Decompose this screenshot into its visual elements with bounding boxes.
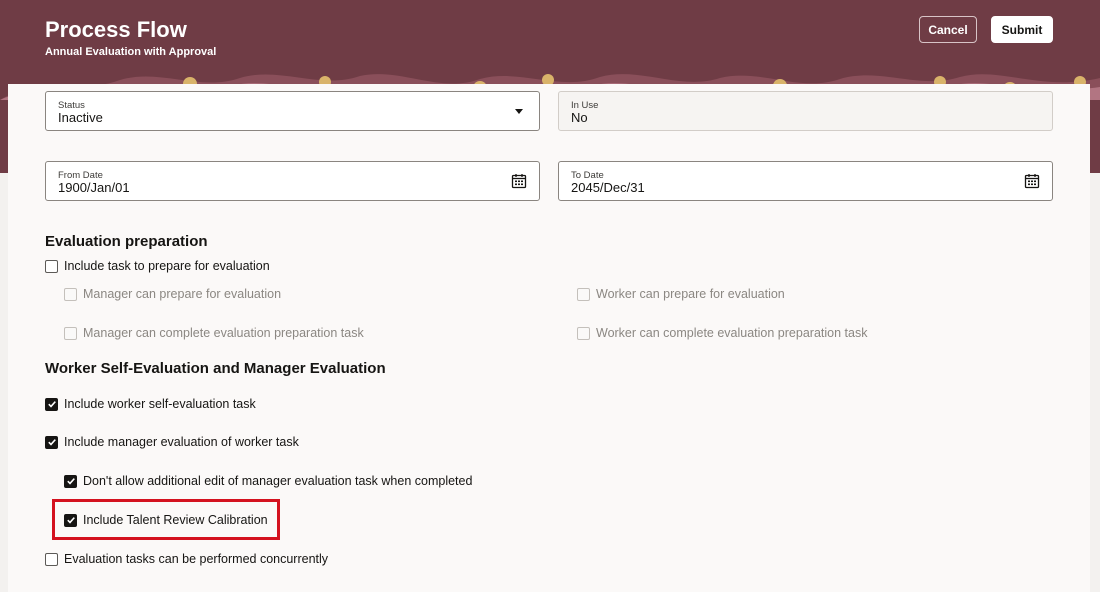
no-additional-edit-label: Don't allow additional edit of manager e… <box>83 474 473 488</box>
include-self-eval-checkbox[interactable] <box>45 397 58 411</box>
in-use-field: In Use No <box>558 91 1053 131</box>
include-prepare-label: Include task to prepare for evaluation <box>64 259 270 273</box>
submit-button[interactable]: Submit <box>991 16 1053 43</box>
to-date-value: 2045/Dec/31 <box>571 180 645 195</box>
concurrent-checkbox[interactable] <box>45 552 58 566</box>
manager-complete-prep-label: Manager can complete evaluation preparat… <box>83 326 364 340</box>
status-select[interactable]: Status Inactive <box>45 91 540 131</box>
concurrent-label: Evaluation tasks can be performed concur… <box>64 552 329 566</box>
include-prepare-checkbox-row[interactable]: Include task to prepare for evaluation <box>45 258 270 274</box>
manager-prepare-checkbox-row[interactable]: Manager can prepare for evaluation <box>64 286 281 302</box>
from-date-field[interactable]: From Date 1900/Jan/01 <box>45 161 540 201</box>
status-value: Inactive <box>58 110 103 125</box>
calendar-icon[interactable] <box>1024 173 1040 189</box>
worker-complete-prep-checkbox-row[interactable]: Worker can complete evaluation preparati… <box>577 325 867 341</box>
worker-prepare-label: Worker can prepare for evaluation <box>596 287 785 301</box>
no-additional-edit-checkbox-row[interactable]: Don't allow additional edit of manager e… <box>64 473 472 489</box>
in-use-value: No <box>571 110 588 125</box>
page-title: Process Flow <box>45 17 187 42</box>
manager-prepare-checkbox[interactable] <box>64 287 77 301</box>
include-self-eval-label: Include worker self-evaluation task <box>64 397 256 411</box>
include-manager-eval-label: Include manager evaluation of worker tas… <box>64 435 299 449</box>
concurrent-checkbox-row[interactable]: Evaluation tasks can be performed concur… <box>45 551 328 567</box>
no-additional-edit-checkbox[interactable] <box>64 474 77 488</box>
include-manager-eval-checkbox[interactable] <box>45 435 58 449</box>
section-title-evaluation-preparation: Evaluation preparation <box>45 233 208 250</box>
include-prepare-checkbox[interactable] <box>45 259 58 273</box>
checkmark-icon <box>47 401 56 408</box>
page-subtitle: Annual Evaluation with Approval <box>45 46 217 58</box>
from-date-value: 1900/Jan/01 <box>58 180 130 195</box>
worker-prepare-checkbox[interactable] <box>577 287 590 301</box>
worker-prepare-checkbox-row[interactable]: Worker can prepare for evaluation <box>577 286 785 302</box>
section-title-self-manager-evaluation: Worker Self-Evaluation and Manager Evalu… <box>45 360 386 377</box>
worker-complete-prep-checkbox[interactable] <box>577 326 590 340</box>
include-self-eval-checkbox-row[interactable]: Include worker self-evaluation task <box>45 396 256 412</box>
checkmark-icon <box>47 439 56 446</box>
manager-prepare-label: Manager can prepare for evaluation <box>83 287 282 301</box>
manager-complete-prep-checkbox-row[interactable]: Manager can complete evaluation preparat… <box>64 325 364 341</box>
chevron-down-icon <box>515 109 523 114</box>
calendar-icon[interactable] <box>511 173 527 189</box>
worker-complete-prep-label: Worker can complete evaluation preparati… <box>596 326 868 340</box>
checkmark-icon <box>66 478 75 485</box>
cancel-button[interactable]: Cancel <box>919 16 977 43</box>
to-date-field[interactable]: To Date 2045/Dec/31 <box>558 161 1053 201</box>
manager-complete-prep-checkbox[interactable] <box>64 326 77 340</box>
highlight-box <box>52 499 280 540</box>
include-manager-eval-checkbox-row[interactable]: Include manager evaluation of worker tas… <box>45 434 299 450</box>
